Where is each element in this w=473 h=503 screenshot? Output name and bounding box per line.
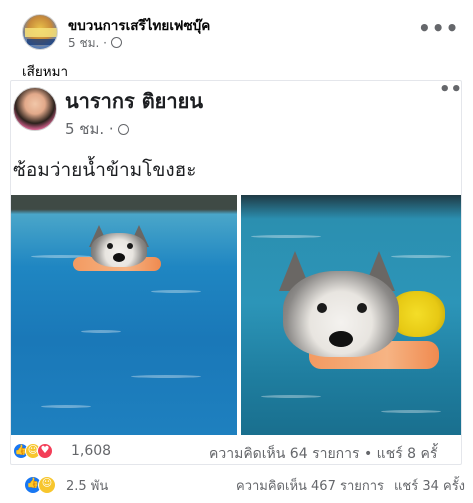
author-avatar[interactable] (13, 87, 57, 131)
page-name-link[interactable]: ขบวนการเสรีไทยเฟซบุ๊ค (68, 14, 210, 36)
globe-icon (110, 37, 122, 48)
post-caption: เสียหมา (22, 64, 69, 80)
shared-post-timestamp[interactable]: 5 ชม. · (65, 117, 129, 141)
shared-post-time-text: 5 ชม. (65, 120, 105, 138)
shared-post-caption: ซ้อมว่ายน้ำข้ามโขงฮะ (13, 159, 197, 181)
shares-count[interactable]: แชร์ 34 ครั้ง (394, 475, 465, 496)
post-timestamp[interactable]: 5 ชม. · (68, 34, 122, 53)
shared-reaction-count[interactable]: 1,608 (71, 443, 111, 459)
more-options-icon[interactable]: ••• (418, 16, 459, 40)
page-avatar[interactable] (22, 14, 58, 50)
shared-reactions[interactable]: 👍 ☺ ♥ (13, 443, 53, 459)
comments-count[interactable]: ความคิดเห็น 467 รายการ (236, 475, 384, 496)
post-reactions[interactable]: 👍 ☺ (24, 474, 56, 494)
husky-swimming-photo-left[interactable] (11, 195, 237, 435)
post-stats: 👍 ☺ 2.5 พัน ความคิดเห็น 467 รายการ แชร์ 3… (0, 466, 473, 503)
author-name-link[interactable]: นารากร ติยายน (65, 85, 203, 117)
more-options-icon[interactable]: ••• (439, 81, 461, 100)
shared-comments-shares[interactable]: ความคิดเห็น 64 รายการ • แชร์ 8 ครั้ (209, 443, 437, 464)
haha-reaction-icon: ☺ (38, 475, 56, 494)
shared-post-stats: 👍 ☺ ♥ 1,608 ความคิดเห็น 64 รายการ • แชร์ 8… (13, 439, 461, 464)
facebook-post: ขบวนการเสรีไทยเฟซบุ๊ค 5 ชม. · ••• เสียหม… (0, 0, 473, 503)
shared-post[interactable]: นารากร ติยายน 5 ชม. · ••• ซ้อมว่ายน้ำข้า… (10, 80, 462, 465)
husky-swimming-photo-right[interactable] (241, 195, 461, 435)
reaction-count[interactable]: 2.5 พัน (66, 475, 108, 496)
globe-icon (117, 124, 129, 135)
love-reaction-icon: ♥ (37, 443, 53, 459)
post-time-text: 5 ชม. (68, 36, 100, 50)
